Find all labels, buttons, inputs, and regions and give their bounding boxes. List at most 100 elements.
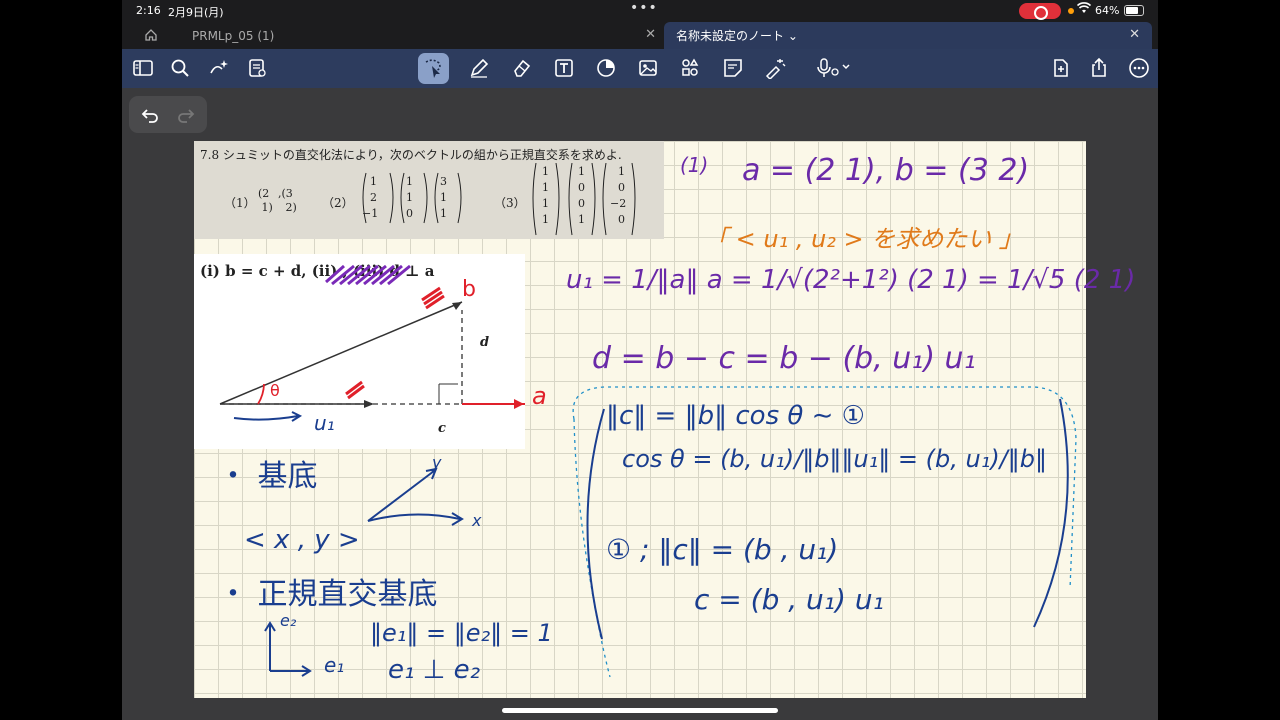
undo-redo-panel [129,96,207,133]
svg-text:0: 0 [618,213,625,226]
svg-text:1: 1 [542,197,549,210]
microphone-icon[interactable] [816,57,852,79]
e2-label: e₂ [280,611,297,630]
wifi-icon [1076,2,1092,17]
svg-text:1: 1 [406,191,413,204]
add-page-icon[interactable] [1050,57,1072,79]
svg-text:1): 1) [258,201,273,214]
note-d-formula: d = b − c = b − (b, u₁) u₁ [592,341,976,376]
problem-image: 7.8 シュミットの直交化法により，次のベクトルの組から正規直交系を求めよ. （… [194,141,664,239]
undo-icon[interactable] [139,104,161,126]
shapes-icon[interactable] [595,57,617,79]
svg-text:0: 0 [578,197,585,210]
svg-text:3: 3 [440,175,447,188]
svg-text:1: 1 [578,213,585,226]
svg-text:2: 2 [370,191,377,204]
tab-label: 名称未設定のノート ⌄ [676,29,798,43]
vector-diagram-image: (i) b = c + d, (ii) , (iii) d ⊥ a d c b … [194,254,547,449]
redo-icon[interactable] [175,104,197,126]
sidebar-icon[interactable] [132,57,154,79]
ipad-screen: 2:16 2月9日(月) ••• 64% PRMLp_05 (1) ✕ 名称未設… [122,0,1158,720]
note-e-perpendicular: e₁ ⊥ e₂ [388,655,481,685]
note-item-number: (1) [680,153,709,177]
svg-text:1: 1 [542,165,549,178]
note-orthonormal-basis: ・ 正規直交基底 [218,577,438,612]
svg-text:1: 1 [542,181,549,194]
svg-text:1: 1 [618,165,625,178]
note-vectors-ab: a = (2 1), b = (3 2) [742,153,1030,188]
date: 2月9日(月) [168,6,224,19]
svg-text:(2: (2 [258,187,269,200]
label-c: c [438,421,446,436]
label-b: b [462,277,476,302]
close-icon[interactable]: ✕ [645,27,656,42]
pen-icon[interactable] [468,57,490,79]
tab-prml[interactable]: PRMLp_05 (1) ✕ [162,22,662,49]
label-u1: u₁ [314,411,335,435]
status-bar: 2:16 2月9日(月) ••• 64% [122,0,1158,22]
more-icon[interactable] [1128,57,1150,79]
vector-diagram: d c b θ u₁ [219,264,525,436]
sparkle-icon[interactable] [208,57,230,79]
axis-x-label: x [472,511,482,530]
svg-text:0: 0 [618,181,625,194]
share-icon[interactable] [1088,57,1110,79]
note-basis-xy: < x , y > [244,525,360,555]
battery-icon [1124,5,1144,16]
tab-untitled-note[interactable]: 名称未設定のノート ⌄ ✕ [664,22,1152,49]
svg-text:1: 1 [440,207,447,220]
note-u1-formula: u₁ = 1/‖a‖ a = 1/√(2²+1²) (2 1) = 1/√5 (… [566,265,1136,295]
eraser-icon[interactable] [510,57,532,79]
svg-text:1: 1 [406,175,413,188]
image-icon[interactable] [637,57,659,79]
svg-text:1: 1 [370,175,377,188]
svg-text:0: 0 [578,181,585,194]
textbox-icon[interactable] [553,57,575,79]
svg-text:0: 0 [406,207,413,220]
label-theta: θ [270,381,280,400]
laser-pointer-icon[interactable] [764,57,786,81]
note-unit-norms: ‖e₁‖ = ‖e₂‖ = 1 [370,619,553,647]
note-page[interactable]: 7.8 シュミットの直交化法により，次のベクトルの組から正規直交系を求めよ. （… [194,141,1135,698]
vectors-part-2: 12−1 110 311 [362,172,462,224]
label-a: a [532,382,547,410]
axis-y-label: y [432,453,442,472]
note-basis: ・ 基底 [218,459,318,494]
page-list-icon[interactable] [246,57,268,79]
note-step-1: ① ; ‖c‖ = (b , u₁) [606,533,839,566]
note-norm-c: ‖c‖ = ‖b‖ cos θ ∼ ① [606,401,865,431]
multitask-dots-icon[interactable]: ••• [630,0,658,16]
elements-icon[interactable] [679,57,701,79]
note-goal: 「 < u₁ , u₂ > を求めたい 」 [704,225,1023,253]
problem-header: 7.8 シュミットの直交化法により，次のベクトルの組から正規直交系を求めよ. [200,148,622,162]
svg-text:,(3: ,(3 [278,187,293,200]
label-d: d [480,335,489,350]
close-icon[interactable]: ✕ [1129,27,1140,42]
problem-part-3: （3） [494,196,526,210]
vectors-part-3: 1 1 1 1 1 0 0 1 1 0 −2 0 [532,163,636,236]
mic-indicator-icon [1068,8,1074,14]
svg-text:1: 1 [578,165,585,178]
svg-text:2): 2) [282,201,297,214]
note-c-result: c = (b , u₁) u₁ [694,583,884,616]
battery-percent: 64% [1095,4,1120,17]
problem-part-1: （1） [224,196,256,210]
lasso-icon[interactable] [422,57,444,79]
note-cos-theta: cos θ = (b, u₁)/‖b‖‖u₁‖ = (b, u₁)/‖b‖ [622,445,1048,473]
svg-text:1: 1 [440,191,447,204]
vectors-part-1: (2 1) ,(3 2) [258,187,297,214]
problem-part-2: （2） [322,196,354,210]
tab-label: PRMLp_05 (1) [192,28,275,43]
search-icon[interactable] [169,57,191,79]
home-indicator[interactable] [502,708,778,713]
clock: 2:16 [136,4,161,17]
e1-label: e₁ [324,653,345,677]
screen-recording-icon[interactable] [1019,3,1061,20]
note-canvas[interactable]: 7.8 シュミットの直交化法により，次のベクトルの組から正規直交系を求めよ. （… [122,88,1158,720]
svg-text:1: 1 [542,213,549,226]
sticky-note-icon[interactable] [722,57,744,79]
svg-text:−2: −2 [610,197,626,210]
tab-bar: PRMLp_05 (1) ✕ 名称未設定のノート ⌄ ✕ [122,22,1158,49]
toolbar [122,49,1158,88]
home-icon[interactable] [144,27,160,43]
